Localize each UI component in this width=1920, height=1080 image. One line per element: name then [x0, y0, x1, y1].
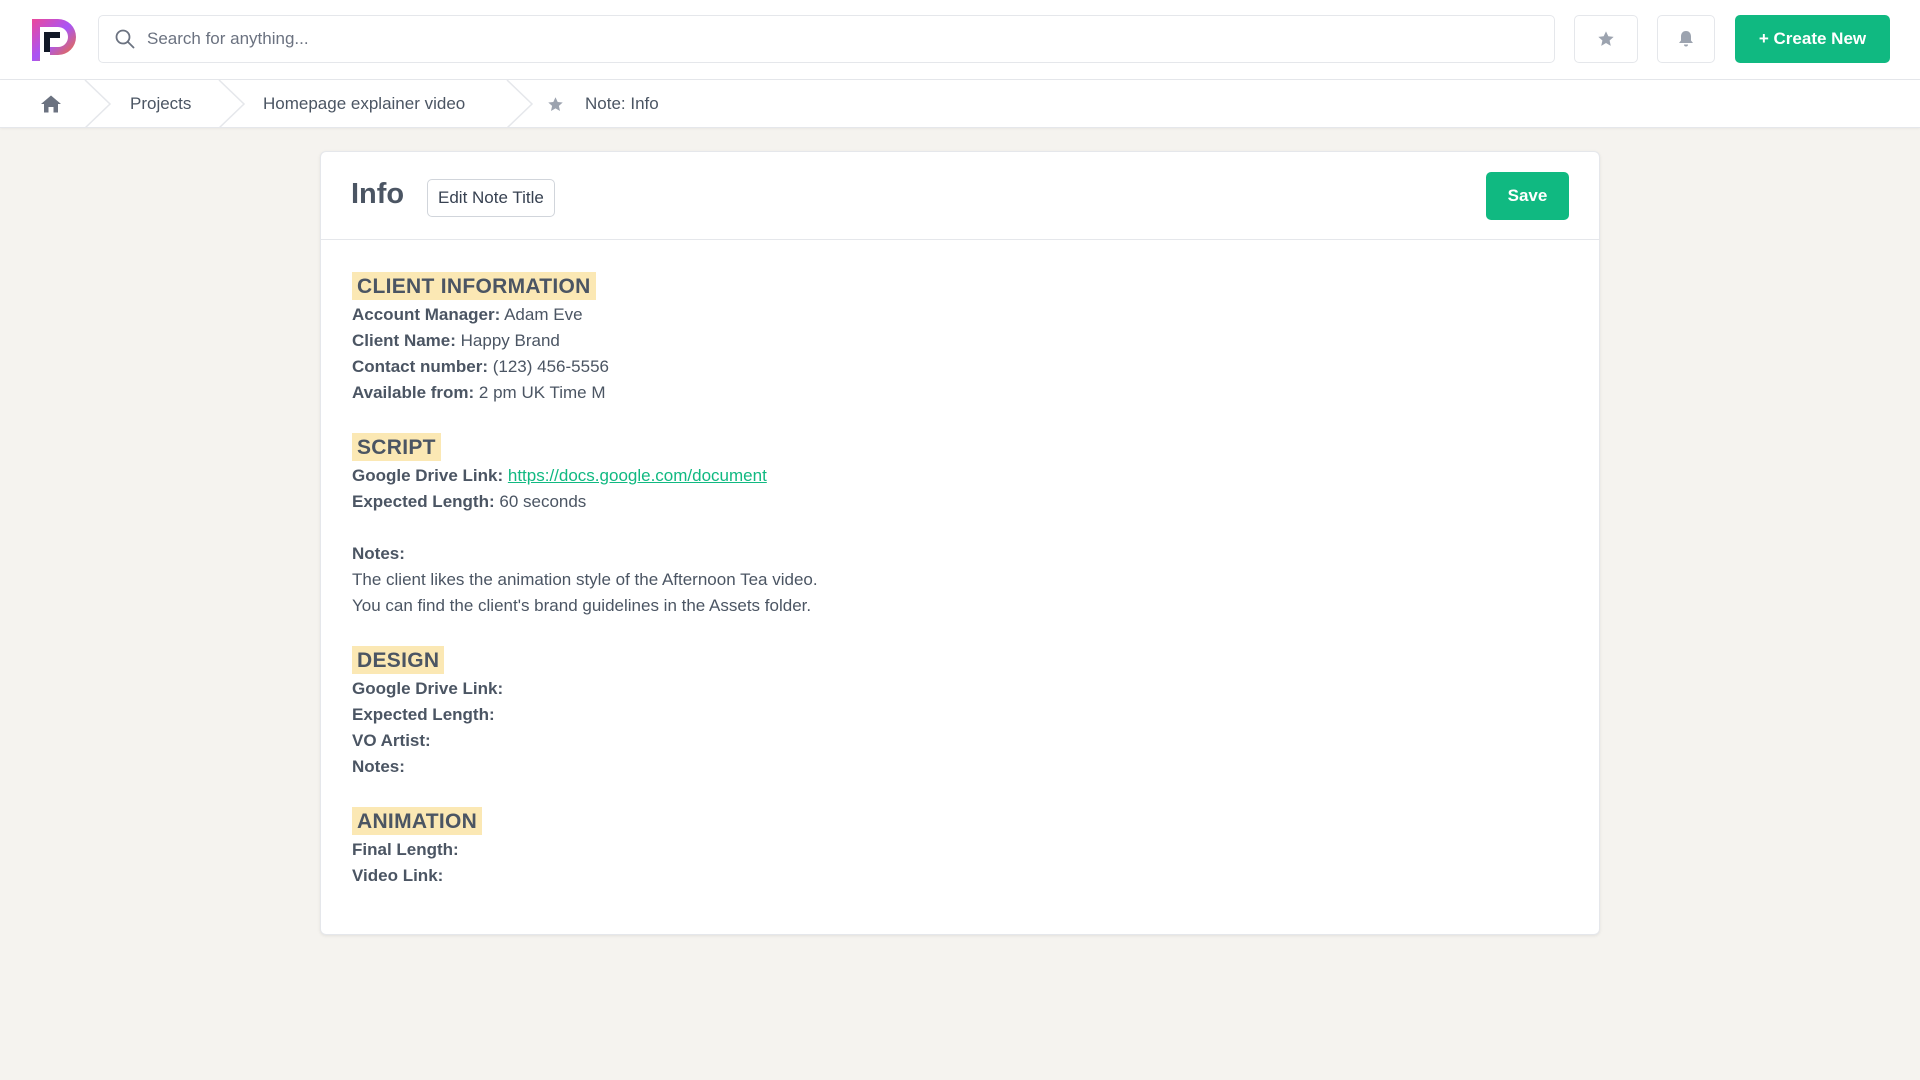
available-from-line: Available from: 2 pm UK Time M	[352, 383, 606, 402]
favorite-note-toggle[interactable]	[547, 80, 564, 128]
script-notes-line: The client likes the animation style of …	[352, 570, 818, 589]
note-content[interactable]: CLIENT INFORMATION Account Manager: Adam…	[352, 272, 1552, 916]
contact-number-line: Contact number: (123) 456-5556	[352, 357, 609, 376]
section-heading: CLIENT INFORMATION	[352, 272, 596, 300]
home-icon	[41, 95, 61, 113]
breadcrumb-home[interactable]	[40, 80, 62, 128]
breadcrumb-separator	[84, 80, 112, 128]
script-drive-link[interactable]: https://docs.google.com/document	[508, 466, 767, 485]
script-notes-label: Notes:	[352, 544, 405, 563]
section-heading: DESIGN	[352, 646, 445, 674]
design-expected-length-line: Expected Length:	[352, 705, 495, 724]
breadcrumb: Projects Homepage explainer video Note: …	[0, 80, 1920, 128]
script-expected-length-line: Expected Length: 60 seconds	[352, 492, 587, 511]
design-vo-artist-line: VO Artist:	[352, 731, 431, 750]
bell-icon	[1679, 31, 1693, 47]
section-client-information: CLIENT INFORMATION Account Manager: Adam…	[352, 272, 1552, 406]
save-button[interactable]: Save	[1486, 172, 1569, 220]
top-bar: + Create New	[0, 0, 1920, 80]
section-heading: ANIMATION	[352, 807, 483, 835]
section-design: DESIGN Google Drive Link: Expected Lengt…	[352, 646, 1552, 780]
star-icon	[548, 96, 563, 111]
section-animation: ANIMATION Final Length: Video Link:	[352, 807, 1552, 889]
favorites-button[interactable]	[1574, 15, 1638, 63]
design-drive-link-line: Google Drive Link:	[352, 679, 504, 698]
edit-note-title-button[interactable]: Edit Note Title	[427, 179, 555, 217]
search-bar	[98, 15, 1555, 63]
breadcrumb-separator	[506, 80, 534, 128]
star-icon	[1598, 31, 1614, 46]
notifications-button[interactable]	[1657, 15, 1715, 63]
client-name-line: Client Name: Happy Brand	[352, 331, 560, 350]
note-title: Info	[351, 178, 405, 210]
animation-final-length-line: Final Length:	[352, 840, 459, 859]
account-manager-line: Account Manager: Adam Eve	[352, 305, 583, 324]
section-script: SCRIPT Google Drive Link: https://docs.g…	[352, 433, 1552, 619]
create-new-button[interactable]: + Create New	[1735, 15, 1890, 63]
search-icon	[113, 27, 137, 51]
note-card: Info Edit Note Title Save CLIENT INFORMA…	[320, 151, 1600, 935]
breadcrumb-separator	[218, 80, 246, 128]
breadcrumb-item-project[interactable]: Homepage explainer video	[263, 80, 465, 128]
note-header: Info Edit Note Title Save	[321, 152, 1599, 240]
script-notes-line: You can find the client's brand guidelin…	[352, 596, 812, 615]
app-logo[interactable]	[28, 15, 80, 65]
animation-video-link-line: Video Link:	[352, 866, 444, 885]
script-drive-link-line: Google Drive Link: https://docs.google.c…	[352, 466, 767, 485]
breadcrumb-item-current: Note: Info	[585, 94, 659, 113]
search-input[interactable]	[147, 29, 1527, 49]
breadcrumb-item-projects[interactable]: Projects	[130, 80, 191, 128]
design-notes-line: Notes:	[352, 757, 405, 776]
section-heading: SCRIPT	[352, 433, 441, 461]
